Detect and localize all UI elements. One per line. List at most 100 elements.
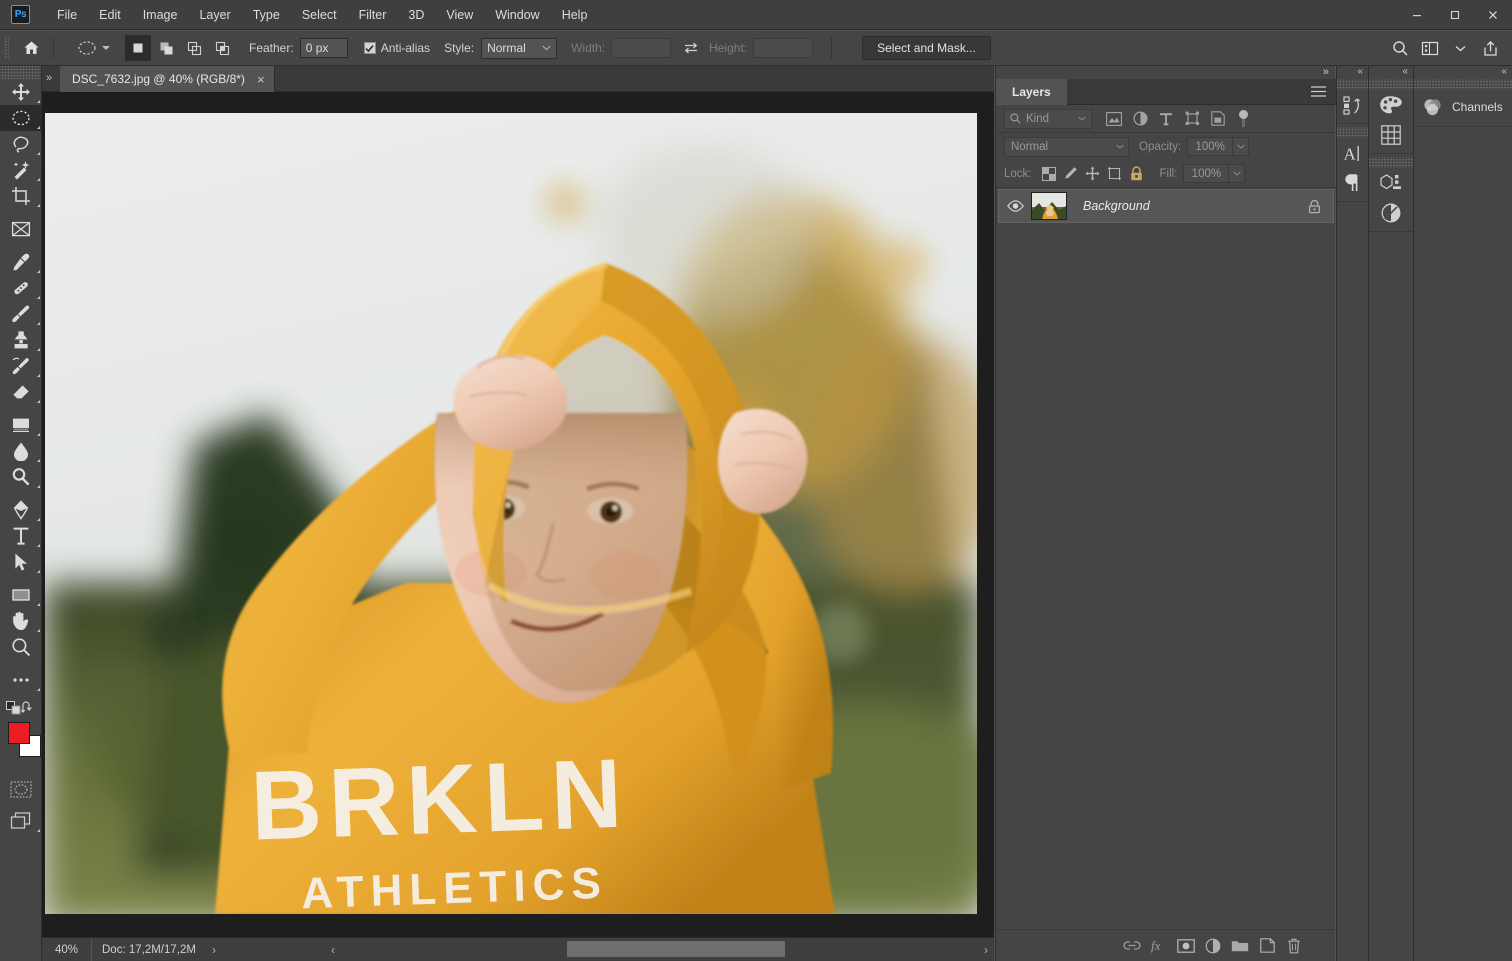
tool-preset-picker[interactable] [72,35,113,61]
frame-tool[interactable] [0,216,42,242]
healing-brush-tool[interactable] [0,275,42,301]
dock-a-grip-2[interactable] [1337,127,1368,138]
menu-window[interactable]: Window [484,0,550,30]
brush-tool[interactable] [0,301,42,327]
layer-lock-indicator-icon[interactable] [1308,199,1321,214]
lasso-tool[interactable] [0,131,42,157]
color-swatches-icon[interactable] [1369,90,1413,120]
crop-tool[interactable] [0,183,42,209]
document-tab[interactable]: DSC_7632.jpg @ 40% (RGB/8*) × [60,66,275,92]
tab-layers[interactable]: Layers [996,79,1067,105]
minimize-button[interactable] [1398,0,1436,30]
new-group-icon[interactable] [1228,934,1252,958]
filter-enable-toggle[interactable] [1238,110,1249,128]
opacity-input[interactable]: 100% [1187,137,1233,156]
height-input[interactable] [753,38,813,58]
style-select[interactable]: Normal [481,38,557,59]
canvas-horizontal-scrollbar[interactable]: ‹ › [325,938,994,961]
table-row[interactable]: Background [998,189,1334,223]
swap-arrows-icon[interactable] [679,36,703,60]
lock-image-pixels-icon[interactable] [1060,163,1082,185]
close-button[interactable] [1474,0,1512,30]
anti-alias-checkbox[interactable]: Anti-alias [364,41,430,55]
home-icon[interactable] [17,35,45,61]
magic-wand-tool[interactable] [0,157,42,183]
tab-overflow-icon[interactable]: » [46,72,52,84]
collapse-dock-icon[interactable]: « [1402,66,1408,77]
menu-layer[interactable]: Layer [188,0,241,30]
rectangle-tool[interactable] [0,582,42,608]
subtract-from-selection-button[interactable] [181,35,207,61]
add-layer-mask-icon[interactable] [1174,934,1198,958]
paragraph-icon[interactable] [1337,168,1368,198]
menu-edit[interactable]: Edit [88,0,132,30]
type-tool[interactable] [0,523,42,549]
search-icon[interactable] [1386,34,1414,62]
foreground-color-swatch[interactable] [8,722,30,744]
elliptical-marquee-tool[interactable] [0,105,42,131]
collapse-dock-icon[interactable]: « [1357,66,1363,77]
menu-help[interactable]: Help [551,0,599,30]
dock-c-grip[interactable] [1414,79,1512,90]
dock-b-grip[interactable] [1369,79,1413,90]
document-image[interactable]: BRKLN ATHLETICS [45,113,977,914]
dodge-tool[interactable] [0,464,42,490]
select-and-mask-button[interactable]: Select and Mask... [862,36,991,60]
workspace-icon[interactable] [1416,34,1444,62]
menu-file[interactable]: File [46,0,88,30]
path-selection-tool[interactable] [0,549,42,575]
blur-tool[interactable] [0,438,42,464]
pixel-filter-icon[interactable] [1102,108,1126,130]
scroll-right-icon[interactable]: › [978,938,994,961]
history-brush-tool[interactable] [0,353,42,379]
blend-mode-select[interactable]: Normal [1004,137,1129,157]
move-tool[interactable] [0,79,42,105]
type-filter-icon[interactable] [1154,108,1178,130]
layer-name[interactable]: Background [1083,199,1150,213]
new-layer-icon[interactable] [1255,934,1279,958]
chevron-down-icon[interactable] [1446,34,1474,62]
layer-visibility-toggle[interactable] [999,200,1031,212]
menu-image[interactable]: Image [132,0,189,30]
lock-all-icon[interactable] [1126,163,1148,185]
tools-palette-grip[interactable] [0,66,41,79]
filter-kind-select[interactable]: Kind [1004,109,1092,129]
link-layers-icon[interactable] [1120,934,1144,958]
close-icon[interactable]: × [257,73,265,86]
new-adjustment-layer-icon[interactable] [1201,934,1225,958]
hand-tool[interactable] [0,608,42,634]
screen-mode-icon[interactable] [0,808,42,834]
horizontal-scroll-thumb[interactable] [567,941,785,957]
panel-tab-channels[interactable]: Channels [1414,90,1512,124]
fill-input[interactable]: 100% [1183,164,1229,183]
layers-list[interactable]: Background [996,189,1336,927]
edit-toolbar-tool[interactable] [0,667,42,693]
collapse-dock-icon[interactable]: « [1501,66,1507,77]
adjustment-filter-icon[interactable] [1128,108,1152,130]
menu-select[interactable]: Select [291,0,348,30]
panel-menu-icon[interactable] [1311,86,1326,97]
layer-thumbnail[interactable] [1031,192,1067,220]
feather-input[interactable]: 0 px [300,38,348,58]
quick-mask-icon[interactable] [0,776,42,802]
status-expand-icon[interactable]: › [206,943,222,957]
fill-slider-toggle[interactable] [1229,164,1245,183]
scroll-left-icon[interactable]: ‹ [325,938,341,961]
clone-stamp-tool[interactable] [0,327,42,353]
options-bar-grip[interactable] [4,37,9,59]
lock-artboard-icon[interactable] [1104,163,1126,185]
menu-type[interactable]: Type [242,0,291,30]
zoom-level[interactable]: 40% [42,939,92,961]
layer-style-fx-icon[interactable]: fx [1147,934,1171,958]
smart-object-filter-icon[interactable] [1206,108,1230,130]
opacity-slider-toggle[interactable] [1233,137,1249,156]
adjustments-icon[interactable] [1369,198,1413,228]
menu-filter[interactable]: Filter [348,0,398,30]
menu-view[interactable]: View [435,0,484,30]
lock-position-icon[interactable] [1082,163,1104,185]
swap-colors-icon[interactable] [21,701,35,714]
width-input[interactable] [611,38,671,58]
shape-filter-icon[interactable] [1180,108,1204,130]
collapse-panel-icon[interactable]: » [1323,66,1329,78]
share-icon[interactable] [1476,34,1504,62]
